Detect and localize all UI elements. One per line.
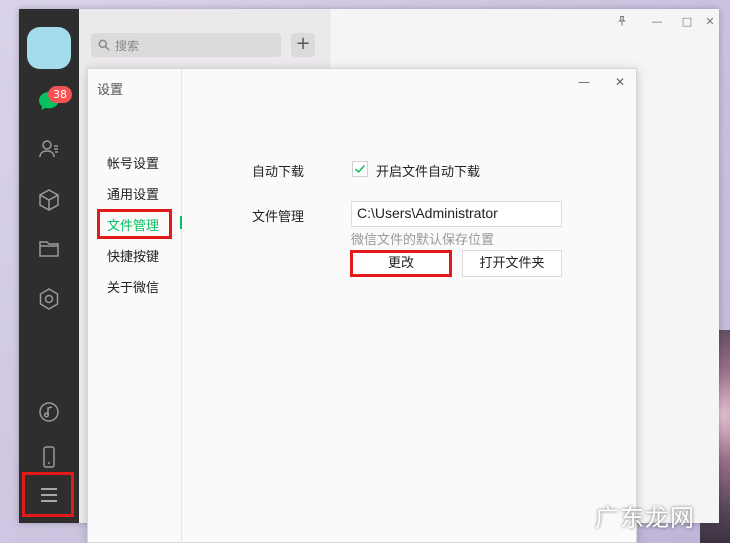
left-sidebar: 38 <box>19 9 79 523</box>
unread-badge: 38 <box>48 86 72 103</box>
active-indicator <box>180 216 182 229</box>
search-area: 搜索 + <box>79 9 329 69</box>
folder-icon[interactable] <box>37 237 61 261</box>
search-placeholder: 搜索 <box>115 39 140 53</box>
auto-download-checkbox-label[interactable]: 开启文件自动下载 <box>376 161 480 180</box>
auto-download-checkbox[interactable] <box>352 161 368 177</box>
search-input[interactable]: 搜索 <box>91 33 281 57</box>
nav-item-about[interactable]: 关于微信 <box>107 277 159 296</box>
search-icon <box>98 39 110 51</box>
save-path-field[interactable]: C:\Users\Administrator <box>351 201 562 227</box>
nav-item-account[interactable]: 帐号设置 <box>107 153 159 172</box>
minimize-button[interactable]: — <box>650 15 664 29</box>
menu-icon[interactable] <box>37 483 61 507</box>
contacts-icon[interactable] <box>37 137 61 161</box>
auto-download-label: 自动下载 <box>252 165 305 180</box>
music-icon[interactable] <box>37 400 61 424</box>
settings-nav: 帐号设置 通用设置 文件管理 快捷按键 关于微信 <box>88 69 182 543</box>
check-icon <box>354 164 366 174</box>
maximize-button[interactable]: □ <box>680 15 694 29</box>
avatar[interactable] <box>27 27 71 69</box>
add-button[interactable]: + <box>291 33 315 57</box>
box-icon[interactable] <box>37 188 61 212</box>
close-button[interactable]: ✕ <box>703 15 717 29</box>
nav-item-general[interactable]: 通用设置 <box>107 184 159 203</box>
dialog-close-button[interactable]: ✕ <box>613 75 627 89</box>
save-path-hint: 微信文件的默认保存位置 <box>351 233 495 248</box>
settings-dialog: 设置 — ✕ 帐号设置 通用设置 文件管理 快捷按键 关于微信 自动下载 开启文… <box>87 68 637 543</box>
nav-item-shortcuts[interactable]: 快捷按键 <box>107 246 159 265</box>
watermark: 广东龙网 <box>595 504 695 532</box>
dialog-minimize-button[interactable]: — <box>577 75 591 89</box>
pin-icon[interactable] <box>615 15 629 29</box>
change-button[interactable]: 更改 <box>350 250 452 277</box>
open-folder-button[interactable]: 打开文件夹 <box>462 250 562 277</box>
phone-icon[interactable] <box>37 445 61 469</box>
hexagon-icon[interactable] <box>37 287 61 311</box>
file-management-label: 文件管理 <box>252 210 305 225</box>
nav-item-file-management[interactable]: 文件管理 <box>107 215 159 234</box>
